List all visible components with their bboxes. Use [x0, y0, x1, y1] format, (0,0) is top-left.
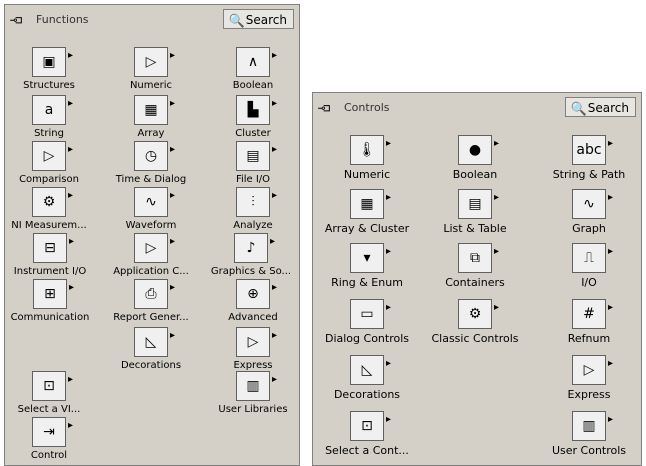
fn-comparison[interactable]: ▷Comparison: [15, 136, 83, 185]
string-path-icon: abc: [572, 130, 613, 165]
fn-numeric[interactable]: ▷Numeric: [117, 42, 185, 91]
ctl-boolean[interactable]: ●Boolean: [425, 130, 525, 181]
fn-cluster[interactable]: ▙Cluster: [219, 90, 287, 139]
array-icon: ▦: [134, 90, 175, 125]
fn-time-dialog[interactable]: ◷Time & Dialog: [109, 136, 193, 185]
fn-application-control[interactable]: ▷Application C...: [109, 228, 193, 277]
printer-icon: ⎙: [134, 274, 175, 309]
fn-advanced[interactable]: ⊕Advanced: [219, 274, 287, 323]
decorations-icon: ◺: [350, 350, 391, 385]
floppy-icon: ▤: [236, 136, 277, 171]
ring-enum-icon: ▾: [350, 238, 391, 273]
functions-titlebar: ⊸⊐ Functions 🔍 Search: [8, 8, 296, 30]
dialog-icon: ▭: [350, 294, 391, 329]
toggle-led-icon: ●: [458, 130, 499, 165]
numeric-icon: ▷: [134, 42, 175, 77]
fn-file-io[interactable]: ▤File I/O: [219, 136, 287, 185]
functions-search-button[interactable]: 🔍 Search: [222, 9, 294, 29]
instrument-icon: ⊟: [33, 228, 74, 263]
ctl-string-path[interactable]: abcString & Path: [537, 130, 641, 181]
fn-analyze[interactable]: ⫶Analyze: [219, 182, 287, 231]
ctl-io[interactable]: ⎍I/O: [537, 238, 641, 289]
ctl-refnum[interactable]: #Refnum: [537, 294, 641, 345]
search-icon: 🔍: [570, 102, 587, 117]
fn-ni-measurement[interactable]: ⚙NI Measurem...: [7, 182, 91, 231]
network-icon: ⊞: [33, 274, 74, 309]
fn-array[interactable]: ▦Array: [117, 90, 185, 139]
io-icon: ⎍: [572, 238, 613, 273]
refnum-icon: #: [572, 294, 613, 329]
fn-express[interactable]: ▷Express: [219, 322, 287, 371]
ctl-numeric[interactable]: 🌡Numeric: [317, 130, 417, 181]
controls-palette: ⊸⊐ Controls 🔍Search 🌡Numeric ●Boolean ab…: [312, 92, 642, 466]
structures-icon: ▣: [32, 42, 73, 77]
daq-icon: ⚙: [32, 182, 73, 217]
graph-icon: ∿: [572, 184, 613, 219]
books-icon: ▥: [572, 406, 613, 441]
fn-report-generation[interactable]: ⎙Report Gener...: [109, 274, 193, 323]
classic-icon: ⚙: [458, 294, 499, 329]
fn-user-libraries[interactable]: ▥User Libraries: [211, 366, 295, 415]
fn-boolean[interactable]: ∧Boolean: [219, 42, 287, 91]
array-cluster-icon: ▦: [350, 184, 391, 219]
fn-structures[interactable]: ▣Structures: [15, 42, 83, 91]
fn-graphics-sound[interactable]: ♪Graphics & So...: [205, 228, 297, 277]
search-icon: 🔍: [228, 14, 245, 29]
string-icon: a: [32, 90, 73, 125]
controls-titlebar: ⊸⊐ Controls 🔍 Search: [316, 96, 638, 118]
application-control-icon: ▷: [134, 228, 175, 263]
books-icon: ▥: [236, 366, 277, 401]
ctl-dialog-controls[interactable]: ▭Dialog Controls: [317, 294, 417, 345]
analyze-icon: ⫶: [236, 182, 277, 217]
express-icon: ▷: [236, 322, 277, 357]
fn-communication[interactable]: ⊞Communication: [5, 274, 95, 323]
decorations-icon: ◺: [134, 322, 175, 357]
boolean-icon: ∧: [236, 42, 277, 77]
pin-icon[interactable]: ⊸⊐: [10, 13, 23, 27]
controls-search-button[interactable]: 🔍 Search: [564, 97, 636, 117]
fn-instrument-io[interactable]: ⊟Instrument I/O: [5, 228, 95, 277]
ctl-array-cluster[interactable]: ▦Array & Cluster: [315, 184, 419, 235]
waveform-icon: ∿: [134, 182, 175, 217]
ctl-select-a-control[interactable]: ⊡Select a Cont...: [317, 406, 417, 457]
ctl-ring-enum[interactable]: ▾Ring & Enum: [317, 238, 417, 289]
advanced-icon: ⊕: [236, 274, 277, 309]
cluster-icon: ▙: [236, 90, 277, 125]
fn-select-a-vi[interactable]: ⊡Select a VI...: [9, 366, 89, 415]
ctl-user-controls[interactable]: ▥User Controls: [537, 406, 641, 457]
thermometer-icon: 🌡: [350, 130, 391, 165]
fn-decorations[interactable]: ◺Decorations: [117, 322, 185, 371]
ctl-express[interactable]: ▷Express: [537, 350, 641, 401]
ctl-decorations[interactable]: ◺Decorations: [317, 350, 417, 401]
control-icon: ⇥: [32, 412, 73, 447]
functions-palette: ⊸⊐ Functions 🔍Search ▣Structures ▷Numeri…: [4, 4, 300, 466]
express-icon: ▷: [572, 350, 613, 385]
graphics-sound-icon: ♪: [234, 228, 275, 263]
select-vi-icon: ⊡: [32, 366, 73, 401]
containers-icon: ⧉: [458, 238, 499, 273]
pin-icon[interactable]: ⊸⊐: [318, 101, 331, 115]
comparison-icon: ▷: [32, 136, 73, 171]
ctl-classic-controls[interactable]: ⚙Classic Controls: [425, 294, 525, 345]
fn-string[interactable]: aString: [15, 90, 83, 139]
select-control-icon: ⊡: [350, 406, 391, 441]
fn-control[interactable]: ⇥Control: [15, 412, 83, 461]
ctl-graph[interactable]: ∿Graph: [537, 184, 641, 235]
controls-title: Controls: [344, 101, 390, 114]
list-table-icon: ▤: [458, 184, 499, 219]
fn-waveform[interactable]: ∿Waveform: [117, 182, 185, 231]
ctl-list-table[interactable]: ▤List & Table: [425, 184, 525, 235]
clock-icon: ◷: [134, 136, 175, 171]
functions-title: Functions: [36, 13, 89, 26]
ctl-containers[interactable]: ⧉Containers: [425, 238, 525, 289]
